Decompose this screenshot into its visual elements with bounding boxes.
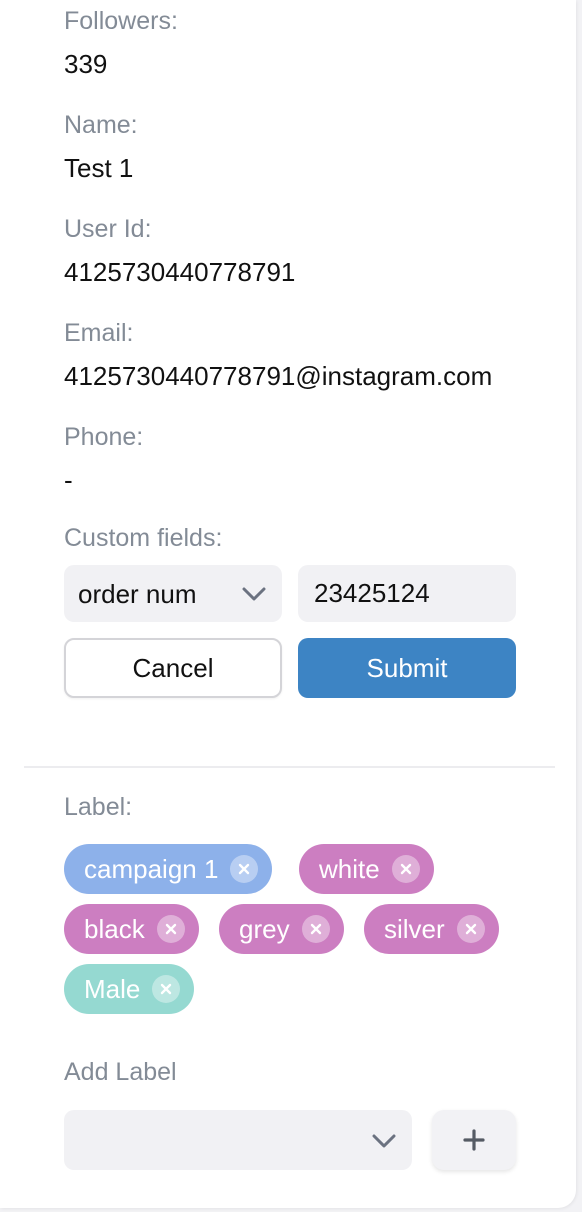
label-tag-text: grey	[239, 914, 290, 944]
add-label-button[interactable]	[432, 1110, 516, 1170]
followers-value: 339	[64, 49, 108, 79]
phone-value: -	[64, 465, 73, 495]
custom-field-value-field[interactable]	[298, 565, 516, 622]
add-label-select[interactable]	[64, 1110, 412, 1170]
close-icon[interactable]	[301, 915, 330, 943]
custom-field-select[interactable]: order num	[64, 565, 282, 622]
label-tag-text: white	[319, 854, 380, 884]
user-id-label: User Id:	[64, 215, 152, 243]
label-tag: white	[299, 844, 434, 894]
phone-label: Phone:	[64, 423, 144, 451]
add-label-heading: Add Label	[64, 1058, 177, 1086]
label-tag-text: black	[84, 914, 145, 944]
close-icon[interactable]	[156, 915, 185, 943]
close-icon[interactable]	[391, 855, 420, 883]
label-tag-text: silver	[384, 914, 445, 944]
label-tag: black	[64, 904, 199, 954]
plus-icon	[463, 1129, 485, 1151]
name-label: Name:	[64, 111, 138, 139]
close-icon[interactable]	[230, 855, 259, 883]
label-tag: silver	[364, 904, 499, 954]
label-tag-text: campaign 1	[84, 854, 219, 884]
followers-label: Followers:	[64, 7, 178, 35]
email-label: Email:	[64, 319, 134, 347]
email-value: 4125730440778791@instagram.com	[64, 361, 493, 391]
custom-fields-label: Custom fields:	[64, 524, 223, 552]
contact-details-panel: Followers: 339 Name: Test 1 User Id: 412…	[0, 0, 576, 1208]
label-tag: grey	[219, 904, 344, 954]
custom-field-select-value: order num	[78, 579, 197, 609]
close-icon[interactable]	[152, 975, 181, 1003]
label-heading: Label:	[64, 793, 133, 821]
label-tag: Male	[64, 964, 195, 1014]
section-divider	[24, 766, 555, 768]
chevron-down-icon	[242, 587, 266, 601]
close-icon[interactable]	[456, 915, 485, 943]
chevron-down-icon	[372, 1134, 396, 1148]
custom-field-value-input[interactable]	[298, 565, 516, 622]
name-value: Test 1	[64, 153, 134, 183]
label-tag: campaign 1	[64, 844, 273, 894]
submit-button[interactable]: Submit	[298, 638, 516, 698]
cancel-button[interactable]: Cancel	[64, 638, 282, 698]
label-tag-text: Male	[84, 974, 141, 1004]
user-id-value: 4125730440778791	[64, 257, 296, 287]
